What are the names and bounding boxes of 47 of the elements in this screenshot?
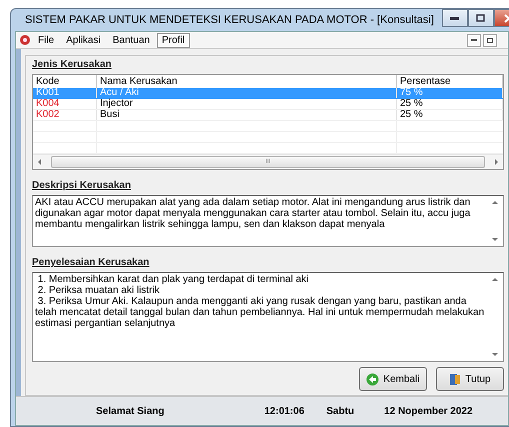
solution-text-area[interactable] — [32, 272, 504, 362]
solution-step: 1. Membersihkan karat dan plak yang terdapat di terminal aki — [35, 274, 485, 285]
table-cell: 25 % — [397, 110, 503, 120]
maximize-button[interactable] — [468, 9, 494, 27]
table-cell: K004 — [33, 99, 97, 109]
back-arrow-icon — [366, 372, 380, 386]
scroll-down-icon[interactable] — [492, 351, 498, 357]
minimize-icon — [450, 16, 460, 20]
day-text: Sabtu — [326, 406, 354, 416]
scroll-right-icon[interactable] — [493, 159, 499, 165]
door-icon — [449, 372, 462, 386]
minimize-icon — [471, 39, 477, 41]
menu-item[interactable]: File — [33, 32, 60, 48]
table-cell: K002 — [33, 110, 97, 120]
table-cell: Busi — [97, 110, 397, 120]
section-heading: Penyelesaian Kerusakan — [32, 257, 150, 269]
restore-icon — [486, 37, 494, 43]
window-title: SISTEM PAKAR UNTUK MENDETEKSI KERUSAKAN PADA MOTOR - [Konsultasi] — [25, 14, 434, 26]
menu-item[interactable]: Profil — [156, 32, 190, 48]
maximize-icon — [476, 14, 486, 22]
scroll-up-icon[interactable] — [492, 200, 498, 206]
section-heading: Deskripsi Kerusakan — [32, 180, 132, 192]
scroll-up-icon[interactable] — [492, 277, 498, 283]
scroll-left-icon[interactable] — [37, 159, 43, 165]
greeting-text: Selamat Siang — [96, 406, 164, 416]
date-text: 12 Nopember 2022 — [384, 406, 473, 416]
table-row[interactable]: K002 Busi 25 % — [33, 110, 503, 121]
scroll-down-icon[interactable] — [492, 236, 498, 242]
description-text: AKI atau ACCU merupakan alat yang ada dalam setiap motor. Alat ini mengandung arus listrik dan digunakan agar motor dapat menyala menggunakan cara starter atau tombol. Selain itu, accu juga membantu mengalirkan listrik sehingga lampu, sen dan klakson dapat menyala — [34, 196, 472, 232]
restore-button[interactable] — [483, 34, 497, 46]
table-cell: Injector — [97, 99, 397, 109]
table-row[interactable]: K004 Injector 25 % — [33, 99, 503, 110]
solution-step: 3. Periksa Umur Aki. Kalaupun anda mengganti aki yang rusak dengan yang baru, pastikan anda telah mencatat detail tanggal bulan dan tahun pembeliannya. Hal ini untuk mempermudah melakukan estimasi pergantian selanjutnya — [35, 296, 485, 329]
solution-step: 2. Periksa muatan aki listrik — [35, 285, 485, 296]
back-button[interactable]: Kembali — [359, 367, 427, 391]
minimize-button[interactable] — [442, 9, 468, 27]
menu-item[interactable]: Bantuan — [108, 32, 155, 48]
table-cell: 25 % — [397, 99, 503, 109]
description-text-area[interactable] — [32, 195, 504, 247]
table-cell: K001 — [33, 88, 97, 98]
section-heading: Jenis Kerusakan — [32, 59, 112, 71]
menu-item[interactable]: Aplikasi — [61, 32, 106, 48]
close-button[interactable]: Tutup — [436, 367, 504, 391]
table-cell: 75 % — [397, 88, 503, 98]
table-cell: Acu / Aki — [97, 88, 397, 98]
time-text: 12:01:06 — [264, 406, 304, 416]
minimize-button[interactable] — [467, 34, 481, 46]
